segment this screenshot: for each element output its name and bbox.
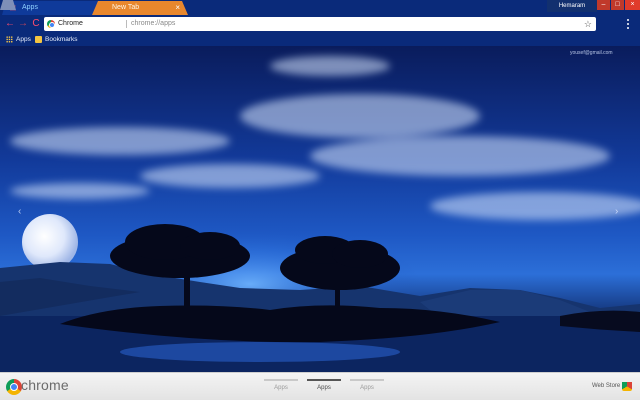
back-button[interactable]: ← bbox=[4, 17, 16, 31]
bookmark-star-icon[interactable]: ☆ bbox=[584, 17, 592, 31]
next-page-arrow-icon[interactable]: › bbox=[615, 206, 618, 217]
close-window-button[interactable]: × bbox=[625, 0, 640, 10]
bookmark-folder-label: Bookmarks bbox=[45, 36, 78, 43]
apps-grid-icon bbox=[6, 36, 13, 43]
bookmark-apps[interactable]: Apps bbox=[6, 33, 31, 46]
tab-strip: Apps × New Tab × Hemaram – □ × bbox=[0, 0, 640, 15]
wallpaper-credit: yousef@gmail.com bbox=[570, 50, 613, 56]
url-input[interactable] bbox=[131, 17, 531, 31]
apps-bottom-bar: chrome Apps Apps Apps Web Store bbox=[0, 372, 640, 400]
menu-icon[interactable] bbox=[623, 17, 633, 31]
wallpaper: yousef@gmail.com ‹ › bbox=[0, 46, 640, 372]
page-switcher-item-active[interactable]: Apps bbox=[307, 379, 341, 391]
moon-shape bbox=[22, 214, 78, 270]
omnibox[interactable]: Chrome ☆ bbox=[44, 17, 596, 31]
page-switcher-item[interactable]: Apps bbox=[264, 379, 298, 391]
reload-button[interactable]: C bbox=[30, 17, 42, 31]
toolbar: ← → C Chrome ☆ bbox=[0, 15, 640, 33]
omnibox-label: Chrome bbox=[58, 20, 83, 27]
forward-button[interactable]: → bbox=[17, 17, 29, 31]
minimize-button[interactable]: – bbox=[597, 0, 610, 10]
web-store-icon[interactable] bbox=[622, 382, 632, 391]
maximize-button[interactable]: □ bbox=[611, 0, 624, 10]
tab-apps-label: Apps bbox=[22, 4, 38, 11]
chrome-wordmark: chrome bbox=[21, 377, 69, 393]
tab-new-tab-close-icon[interactable]: × bbox=[175, 1, 180, 15]
bookmark-apps-label: Apps bbox=[16, 36, 31, 43]
tab-new-tab-label: New Tab bbox=[112, 4, 140, 11]
tab-new-tab[interactable]: New Tab × bbox=[92, 1, 188, 15]
omnibox-divider bbox=[126, 20, 127, 28]
profile-button[interactable]: Hemaram bbox=[547, 0, 597, 12]
web-store-link[interactable]: Web Store bbox=[592, 383, 620, 389]
folder-icon bbox=[35, 36, 42, 43]
chrome-icon bbox=[47, 20, 55, 28]
bookmark-folder[interactable]: Bookmarks bbox=[35, 33, 78, 46]
previous-page-arrow-icon[interactable]: ‹ bbox=[18, 206, 21, 217]
bookmarks-bar: Apps Bookmarks bbox=[0, 33, 640, 46]
page-switcher-item[interactable]: Apps bbox=[350, 379, 384, 391]
night-landscape-image bbox=[0, 56, 640, 372]
chrome-logo-icon bbox=[6, 379, 22, 395]
